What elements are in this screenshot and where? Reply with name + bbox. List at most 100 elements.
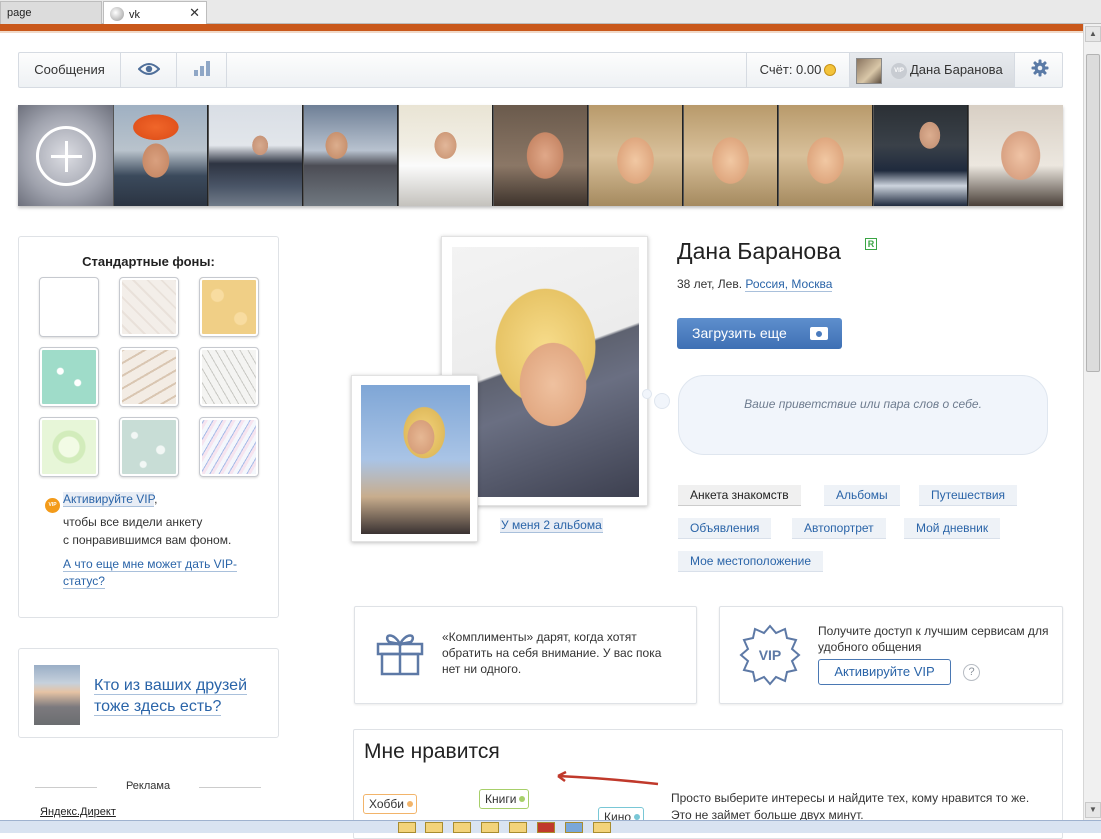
find-friends-label: Кто из ваших друзей тоже здесь есть?	[94, 677, 248, 716]
background-swatch-sketch[interactable]	[199, 347, 259, 407]
likes-title: Мне нравится	[364, 740, 500, 763]
strip-photo-4[interactable]	[398, 105, 492, 206]
browser-tab-vk[interactable]: vk ✕	[103, 1, 207, 24]
vip-benefits-link[interactable]: А что еще мне может дать VIP-статус?	[63, 557, 238, 589]
camera-icon	[810, 327, 828, 340]
taskbar-app-icon[interactable]	[593, 822, 611, 833]
upload-label: Загрузить еще	[692, 325, 787, 341]
add-photo-button[interactable]	[18, 105, 113, 206]
greeting-bubble[interactable]: Ваше приветствие или пара слов о себе.	[678, 375, 1048, 455]
vip-promo-text: VIP Активируйте VIP, чтобы все видели анк…	[45, 490, 265, 549]
verified-badge[interactable]: R	[865, 238, 877, 250]
user-menu[interactable]: VIP Дана Баранова	[850, 53, 1015, 87]
strip-photo-3[interactable]	[303, 105, 397, 206]
profile-age-sign: 38 лет, Лев.	[677, 277, 743, 291]
scroll-up-icon[interactable]: ▲	[1085, 26, 1101, 42]
vip-comma: ,	[154, 492, 158, 506]
background-swatch-green-flower[interactable]	[39, 417, 99, 477]
help-icon[interactable]: ?	[963, 664, 980, 681]
compliments-card: «Комплименты» дарят, когда хотят обратит…	[354, 606, 697, 704]
tab-self-portrait[interactable]: Автопортрет	[792, 518, 886, 539]
albums-link[interactable]: У меня 2 альбома	[500, 518, 603, 533]
strip-photo-7[interactable]	[683, 105, 777, 206]
browser-tab-bar: page vk ✕	[0, 0, 1101, 24]
activate-vip-button[interactable]: Активируйте VIP	[818, 659, 951, 685]
photo-strip	[18, 105, 1063, 206]
find-friends-link[interactable]: Кто из ваших друзей тоже здесь есть?	[94, 675, 274, 717]
likes-description: Просто выберите интересы и найдите тех, …	[671, 791, 1030, 822]
coin-icon	[824, 64, 837, 76]
strip-photo-1[interactable]	[113, 105, 207, 206]
strip-photo-10[interactable]	[968, 105, 1063, 206]
taskbar-app-icon[interactable]	[537, 822, 555, 833]
strip-photo-9[interactable]	[873, 105, 967, 206]
tab-travels[interactable]: Путешествия	[919, 485, 1018, 506]
taskbar-app-icon[interactable]	[509, 822, 527, 833]
taskbar-app-icon[interactable]	[453, 822, 471, 833]
taskbar-app-icon[interactable]	[398, 822, 416, 833]
profile-photo-image	[452, 247, 639, 497]
account-balance[interactable]: Счёт: 0.00	[746, 53, 850, 87]
backgrounds-panel: Стандартные фоны: VIP Активируйте VIP, чт…	[18, 236, 279, 618]
background-swatch-yellow-floral[interactable]	[199, 277, 259, 337]
guests-button[interactable]	[121, 53, 177, 87]
tab-albums[interactable]: Альбомы	[824, 485, 900, 506]
profile-secondary-photo[interactable]	[351, 375, 478, 542]
vip-card-text: Получите доступ к лучшим сервисам для уд…	[818, 624, 1049, 654]
score-label: Счёт: 0.00	[759, 62, 822, 77]
background-swatch-bottles[interactable]	[119, 347, 179, 407]
strip-photo-2[interactable]	[208, 105, 302, 206]
settings-button[interactable]	[1015, 53, 1064, 87]
tab-diary[interactable]: Мой дневник	[904, 518, 1001, 539]
scroll-down-icon[interactable]: ▼	[1085, 802, 1101, 818]
strip-photo-5[interactable]	[493, 105, 587, 206]
background-swatch-mint-dandelion[interactable]	[39, 347, 99, 407]
taskbar-app-icon[interactable]	[481, 822, 499, 833]
messages-label: Сообщения	[34, 62, 105, 77]
ads-title: Реклама	[35, 780, 261, 792]
strip-photo-8[interactable]	[778, 105, 872, 206]
upload-more-button[interactable]: Загрузить еще	[677, 318, 842, 349]
vertical-scrollbar[interactable]: ▲ ▼	[1083, 24, 1101, 820]
background-swatch-blue-lines[interactable]	[199, 417, 259, 477]
browser-tab-page[interactable]: page	[0, 1, 102, 24]
tab-label: vk	[129, 9, 140, 21]
interest-hobby[interactable]: Хобби	[363, 794, 417, 814]
tab-label: page	[7, 7, 32, 19]
tab-ads[interactable]: Объявления	[678, 518, 772, 539]
taskbar-app-icon[interactable]	[565, 822, 583, 833]
favicon-icon	[110, 7, 124, 21]
messages-button[interactable]: Сообщения	[19, 53, 121, 87]
tab-location[interactable]: Мое местоположение	[678, 551, 824, 572]
gift-icon	[376, 634, 424, 676]
tab-dating-profile[interactable]: Анкета знакомств	[678, 485, 801, 506]
vip-text-line-1: чтобы все видели анкету	[63, 515, 203, 529]
interest-books[interactable]: Книги	[479, 789, 530, 809]
profile-meta: 38 лет, Лев. Россия, Москва	[677, 277, 833, 292]
background-swatch-guitars[interactable]	[119, 277, 179, 337]
bar-chart-icon	[193, 61, 210, 76]
activate-vip-link[interactable]: Активируйте VIP	[63, 492, 155, 507]
plus-icon	[36, 126, 96, 186]
eye-icon	[137, 63, 160, 75]
vip-more-info: А что еще мне может дать VIP-статус?	[63, 556, 253, 590]
thought-bubble-dot	[654, 393, 670, 409]
top-toolbar: Сообщения Счёт: 0.00 VIP Дана Баранова	[18, 52, 1063, 88]
background-swatch-water-drops[interactable]	[119, 417, 179, 477]
close-tab-icon[interactable]: ✕	[189, 5, 200, 21]
backgrounds-title: Стандартные фоны:	[82, 254, 215, 269]
profile-location-link[interactable]: Россия, Москва	[745, 277, 833, 292]
vip-badge-icon: VIP	[891, 63, 907, 79]
vip-seal-icon: VIP	[739, 624, 801, 686]
arrow-decoration-icon	[557, 770, 659, 786]
header-divider	[0, 31, 1083, 33]
rating-button[interactable]	[177, 53, 227, 87]
taskbar-app-icon[interactable]	[425, 822, 443, 833]
background-swatch-white[interactable]	[39, 277, 99, 337]
scroll-thumb[interactable]	[1086, 54, 1100, 372]
compliments-text: «Комплименты» дарят, когда хотят обратит…	[442, 630, 662, 676]
strip-photo-6[interactable]	[588, 105, 682, 206]
avatar	[856, 58, 882, 84]
find-friends-panel[interactable]: Кто из ваших друзей тоже здесь есть?	[18, 648, 279, 738]
yandex-direct-link[interactable]: Яндекс.Директ	[40, 806, 116, 818]
